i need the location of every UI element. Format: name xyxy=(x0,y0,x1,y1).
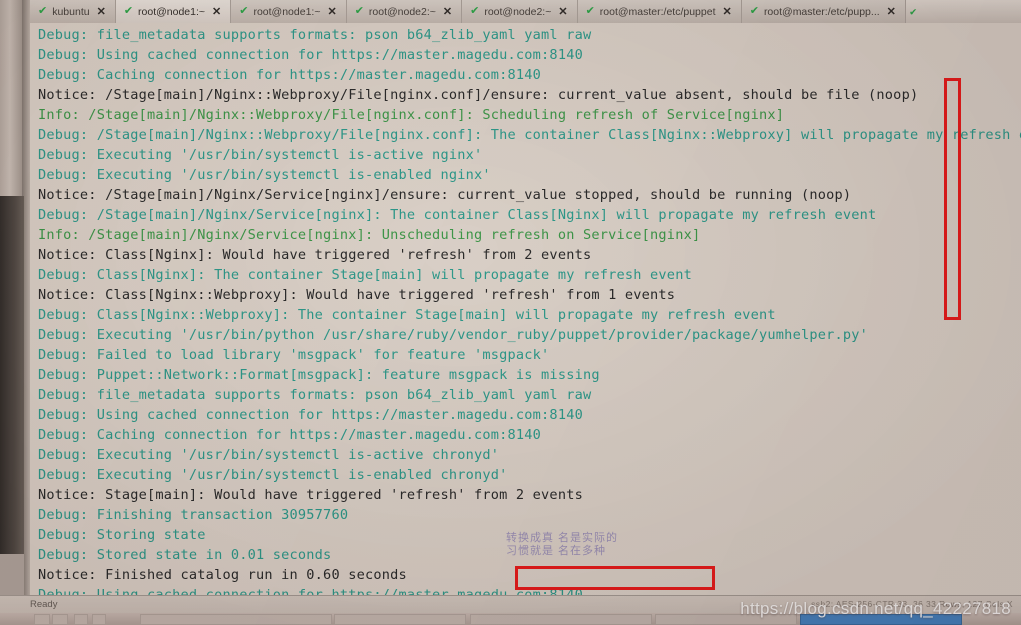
terminal-line: Debug: Caching connection for https://ma… xyxy=(38,67,542,83)
check-icon: ✔ xyxy=(38,5,48,17)
tab-overflow-check-icon[interactable]: ✔ xyxy=(906,0,921,23)
terminal-line: Notice: /Stage[main]/Nginx::Webproxy/Fil… xyxy=(38,87,919,103)
tab-label: root@node2:~ xyxy=(368,5,436,18)
tab-close-icon[interactable]: ✕ xyxy=(558,5,567,18)
check-icon: ✔ xyxy=(749,5,759,17)
terminal-line: Debug: Caching connection for https://ma… xyxy=(38,427,542,443)
terminal-line: Debug: Finishing transaction 30957760 xyxy=(38,507,349,523)
terminal-line: Debug: file_metadata supports formats: p… xyxy=(38,27,592,43)
check-icon: ✔ xyxy=(123,5,134,17)
tab-close-icon[interactable]: ✕ xyxy=(723,5,732,18)
tab-3[interactable]: ✔ root@node2:~ ✕ xyxy=(346,0,463,23)
ghost-note-overlay: 转换成真 名是实际的 习惯就是 名在多种 xyxy=(506,532,619,557)
terminal-output[interactable]: Debug: file_metadata supports formats: p… xyxy=(30,23,1021,598)
photo-shadow-band xyxy=(0,196,24,554)
tab-2[interactable]: ✔ root@node1:~ ✕ xyxy=(231,0,347,23)
tab-6[interactable]: ✔ root@master:/etc/pupp... ✕ xyxy=(741,0,906,23)
terminal-line: Info: /Stage[main]/Nginx/Service[nginx]:… xyxy=(38,227,701,243)
tab-close-icon[interactable]: ✕ xyxy=(97,5,106,18)
terminal-line: Notice: Stage[main]: Would have triggere… xyxy=(38,487,583,503)
tab-label: root@node1:~ xyxy=(253,5,321,18)
terminal-line: Debug: Using cached connection for https… xyxy=(38,47,583,63)
tab-label: kubuntu xyxy=(52,5,90,18)
tab-close-icon[interactable]: ✕ xyxy=(327,5,336,18)
tab-5[interactable]: ✔ root@master:/etc/puppet ✕ xyxy=(577,0,742,23)
status-ready-label: Ready xyxy=(30,599,58,610)
terminal-line: Debug: /Stage[main]/Nginx/Service[nginx]… xyxy=(38,207,877,223)
tab-label: root@node1:~ xyxy=(138,5,206,18)
taskbar-item[interactable] xyxy=(74,614,88,625)
tab-label: root@node2:~ xyxy=(484,5,552,18)
terminal-line: Debug: Executing '/usr/bin/systemctl is-… xyxy=(38,147,483,163)
check-icon: ✔ xyxy=(585,5,595,17)
tab-label: root@master:/etc/puppet xyxy=(599,5,716,18)
terminal-line: Debug: Executing '/usr/bin/systemctl is-… xyxy=(38,167,491,183)
taskbar-window[interactable] xyxy=(470,614,652,625)
terminal-line: Debug: Executing '/usr/bin/python /usr/s… xyxy=(38,327,869,343)
terminal-line: Info: /Stage[main]/Nginx::Webproxy/File[… xyxy=(38,107,785,123)
taskbar-item[interactable] xyxy=(52,614,68,625)
taskbar-window[interactable] xyxy=(334,614,466,625)
taskbar-item[interactable] xyxy=(92,614,106,625)
taskbar-item[interactable] xyxy=(34,614,50,625)
tab-1[interactable]: ✔ root@node1:~ ✕ xyxy=(115,0,232,23)
terminal-line: Debug: file_metadata supports formats: p… xyxy=(38,387,592,403)
tab-0[interactable]: ✔ kubuntu ✕ xyxy=(30,0,116,23)
terminal-line: Notice: Class[Nginx]: Would have trigger… xyxy=(38,247,592,263)
terminal-line: Notice: Finished catalog run in 0.60 sec… xyxy=(38,567,407,583)
tab-bar: ✔ kubuntu ✕ ✔ root@node1:~ ✕ ✔ root@node1:~ ✕ ✔ ro… xyxy=(30,0,1021,24)
terminal-line: Debug: Executing '/usr/bin/systemctl is-… xyxy=(38,447,500,463)
blog-watermark: https://blog.csdn.net/qq_42227818 xyxy=(740,599,1011,618)
terminal-line: Debug: Class[Nginx::Webproxy]: The conta… xyxy=(38,307,776,323)
tab-close-icon[interactable]: ✕ xyxy=(212,5,221,18)
terminal-line: Notice: /Stage[main]/Nginx/Service[nginx… xyxy=(38,187,852,203)
tab-label: root@master:/etc/pupp... xyxy=(763,5,880,18)
tab-close-icon[interactable]: ✕ xyxy=(443,5,452,18)
tab-close-icon[interactable]: ✕ xyxy=(887,5,896,18)
terminal-line: Debug: Using cached connection for https… xyxy=(38,407,583,423)
screenshot-photo: Session Manager ✔kubuntu✕✔root@node1:~✕✔… xyxy=(0,0,1021,625)
terminal-line: Debug: Failed to load library 'msgpack' … xyxy=(38,347,550,363)
terminal-line: Notice: Class[Nginx::Webproxy]: Would ha… xyxy=(38,287,676,303)
photo-shadow-band-lower xyxy=(0,554,24,596)
terminal-line: Debug: Executing '/usr/bin/systemctl is-… xyxy=(38,467,508,483)
check-icon: ✔ xyxy=(239,5,249,17)
taskbar-window[interactable] xyxy=(140,614,332,625)
check-icon: ✔ xyxy=(354,5,364,17)
check-icon: ✔ xyxy=(470,5,480,17)
terminal-line: Debug: Puppet::Network::Format[msgpack]:… xyxy=(38,367,600,383)
terminal-line: Debug: Class[Nginx]: The container Stage… xyxy=(38,267,692,283)
terminal-line: Debug: /Stage[main]/Nginx::Webproxy/File… xyxy=(38,127,1021,143)
tab-4[interactable]: ✔ root@node2:~ ✕ xyxy=(462,0,578,23)
